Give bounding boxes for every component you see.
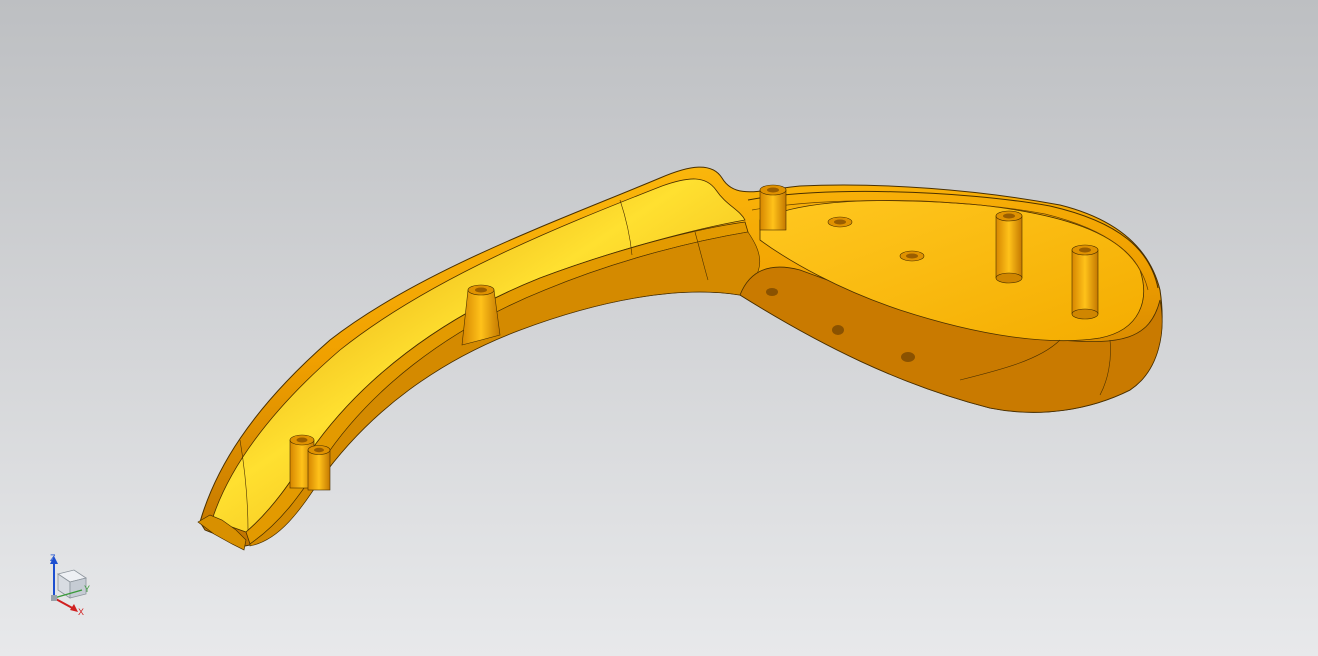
- x-axis-label: X: [78, 607, 84, 616]
- screw-boss: [759, 184, 787, 231]
- screw-boss: [899, 250, 925, 262]
- orientation-triad[interactable]: Z Y X: [40, 552, 96, 616]
- z-axis-label: Z: [50, 553, 56, 563]
- view-cube-icon: [57, 569, 87, 599]
- origin-marker: [51, 595, 57, 601]
- vent-hole: [832, 325, 844, 335]
- vent-hole: [766, 288, 778, 296]
- y-axis-label: Y: [84, 584, 90, 594]
- model-scene[interactable]: [0, 0, 1318, 656]
- screw-boss: [827, 216, 853, 228]
- screw-boss: [307, 445, 331, 491]
- cad-viewport[interactable]: Z Y X: [0, 0, 1318, 656]
- screw-boss: [995, 210, 1023, 284]
- screw-boss: [1071, 244, 1099, 320]
- screw-boss: [461, 284, 501, 346]
- vent-hole: [901, 352, 915, 362]
